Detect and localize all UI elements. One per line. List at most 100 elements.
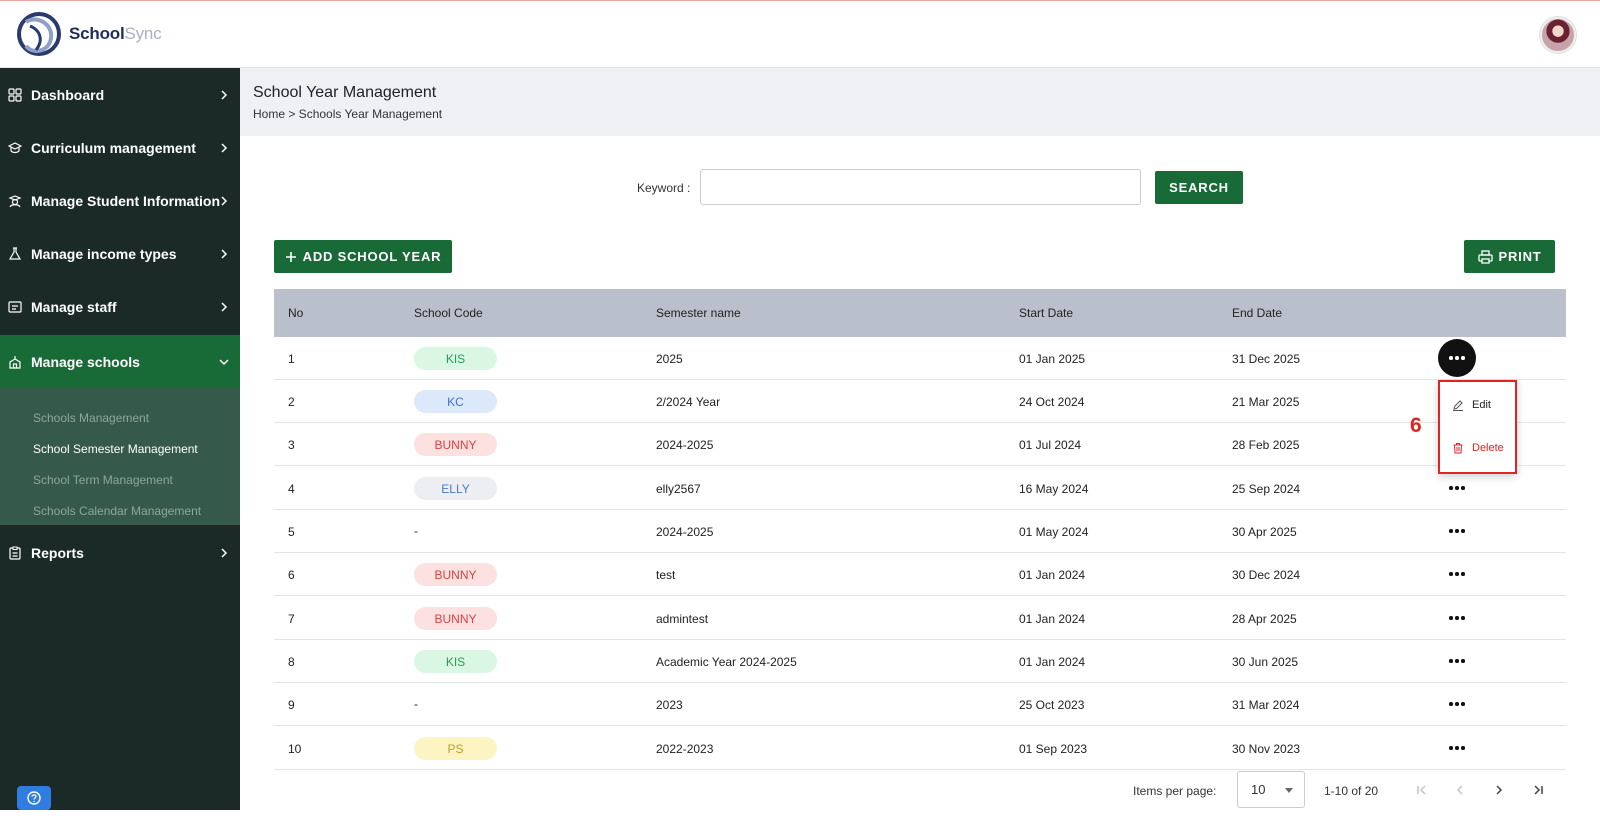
school-code-badge: BUNNY: [414, 563, 497, 586]
help-button[interactable]: [17, 786, 51, 810]
more-horizontal-icon: [1449, 356, 1465, 360]
pencil-icon: [1453, 400, 1463, 411]
more-horizontal-icon: [1449, 572, 1465, 576]
menu-item-delete[interactable]: Delete: [1452, 442, 1504, 454]
cell-start-date: 01 May 2024: [1019, 525, 1089, 539]
sidebar-item-staff[interactable]: Manage staff: [0, 280, 240, 333]
schoolsync-logo[interactable]: [16, 10, 62, 58]
row-actions-button[interactable]: [1444, 518, 1470, 544]
table-row[interactable]: 9 - 2023 25 Oct 2023 31 Mar 2024: [274, 683, 1566, 726]
next-page-button[interactable]: [1487, 778, 1511, 802]
sidebar-item-label: Manage staff: [31, 298, 117, 315]
more-horizontal-icon: [1449, 486, 1465, 490]
table-header: No School Code Semester name Start Date …: [274, 289, 1566, 337]
sidebar-item-income-types[interactable]: Manage income types: [0, 227, 240, 280]
cell-semester-name: 2024-2025: [656, 525, 714, 539]
table-row[interactable]: 5 - 2024-2025 01 May 2024 30 Apr 2025: [274, 510, 1566, 553]
column-header-end-date[interactable]: End Date: [1232, 306, 1282, 320]
column-header-school-code[interactable]: School Code: [414, 306, 483, 320]
submenu-school-semester-management[interactable]: School Semester Management: [33, 442, 198, 456]
sidebar-item-label: Manage income types: [31, 245, 177, 262]
sidebar-item-student-info[interactable]: Manage Student Information: [0, 174, 240, 227]
row-action-menu: Edit Delete: [1438, 380, 1517, 474]
cell-no: 3: [288, 438, 295, 452]
table-row[interactable]: 4 ELLY elly2567 16 May 2024 25 Sep 2024: [274, 467, 1566, 510]
menu-item-delete-label: Delete: [1472, 442, 1504, 454]
table-row[interactable]: 7 BUNNY admintest 01 Jan 2024 28 Apr 2025: [274, 597, 1566, 640]
items-per-page-label: Items per page:: [1133, 784, 1217, 798]
table-row[interactable]: 10 PS 2022-2023 01 Sep 2023 30 Nov 2023: [274, 727, 1566, 770]
manage-schools-submenu: Schools Management School Semester Manag…: [0, 388, 240, 525]
breadcrumb[interactable]: Home > Schools Year Management: [253, 107, 442, 121]
column-header-start-date[interactable]: Start Date: [1019, 306, 1073, 320]
cell-start-date: 01 Jan 2024: [1019, 568, 1086, 582]
table-row[interactable]: 1 KIS 2025 01 Jan 2025 31 Dec 2025: [274, 337, 1566, 380]
cell-end-date: 31 Dec 2025: [1232, 352, 1301, 366]
cell-start-date: 01 Jan 2024: [1019, 655, 1086, 669]
cell-end-date: 28 Apr 2025: [1232, 612, 1297, 626]
submenu-schools-management[interactable]: Schools Management: [33, 411, 149, 425]
cell-semester-name: test: [656, 568, 676, 582]
pagination-range: 1-10 of 20: [1324, 784, 1379, 798]
table-row[interactable]: 2 KC 2/2024 Year 24 Oct 2024 21 Mar 2025: [274, 380, 1566, 423]
row-actions-button[interactable]: [1444, 561, 1470, 587]
keyword-input[interactable]: [700, 169, 1141, 205]
print-button[interactable]: PRINT: [1464, 240, 1555, 273]
cell-no: 10: [288, 742, 302, 756]
column-header-semester-name[interactable]: Semester name: [656, 306, 741, 320]
column-header-no[interactable]: No: [288, 306, 303, 320]
sidebar-item-reports[interactable]: Reports: [0, 526, 240, 579]
school-code-badge: ELLY: [414, 477, 497, 500]
more-horizontal-icon: [1449, 616, 1465, 620]
row-actions-button[interactable]: [1444, 605, 1470, 631]
sidebar-item-label: Manage schools: [31, 353, 140, 370]
cell-semester-name: admintest: [656, 612, 709, 626]
row-actions-button[interactable]: [1444, 735, 1470, 761]
school-icon: [8, 355, 22, 369]
cell-end-date: 30 Nov 2023: [1232, 742, 1301, 756]
cell-semester-name: 2025: [656, 352, 683, 366]
row-actions-button[interactable]: [1444, 691, 1470, 717]
submenu-schools-calendar-management[interactable]: Schools Calendar Management: [33, 504, 201, 518]
chevron-right-icon: [221, 89, 228, 100]
more-horizontal-icon: [1449, 746, 1465, 750]
previous-page-button[interactable]: [1448, 778, 1472, 802]
chevron-right-icon: [1496, 785, 1503, 795]
items-per-page-select[interactable]: 10: [1237, 771, 1305, 808]
sidebar-item-manage-schools[interactable]: Manage schools: [0, 335, 240, 388]
table-row[interactable]: 8 KIS Academic Year 2024-2025 01 Jan 2024 30…: [274, 640, 1566, 683]
cell-end-date: 30 Jun 2025: [1232, 655, 1299, 669]
sidebar: Dashboard Curriculum management Manage S…: [0, 68, 240, 810]
cell-start-date: 01 Jul 2024: [1019, 438, 1082, 452]
menu-item-edit[interactable]: Edit: [1452, 399, 1491, 411]
trash-icon: [1453, 443, 1463, 454]
add-school-year-button[interactable]: ADD SCHOOL YEAR: [274, 240, 452, 273]
school-code-badge: PS: [414, 737, 497, 760]
sidebar-item-curriculum[interactable]: Curriculum management: [0, 121, 240, 174]
row-actions-button[interactable]: [1444, 475, 1470, 501]
school-code-badge: KIS: [414, 650, 497, 673]
table-row[interactable]: 3 BUNNY 2024-2025 01 Jul 2024 28 Feb 2025: [274, 423, 1566, 466]
cell-start-date: 25 Oct 2023: [1019, 698, 1085, 712]
first-page-button[interactable]: [1410, 778, 1434, 802]
menu-item-edit-label: Edit: [1472, 399, 1491, 411]
cell-end-date: 30 Apr 2025: [1232, 525, 1297, 539]
question-circle-icon: [27, 791, 41, 805]
step-number: 6: [1410, 414, 1422, 437]
search-button[interactable]: SEARCH: [1155, 171, 1243, 204]
cell-end-date: 30 Dec 2024: [1232, 568, 1301, 582]
sidebar-item-dashboard[interactable]: Dashboard: [0, 68, 240, 121]
flask-icon: [8, 246, 22, 261]
submenu-school-term-management[interactable]: School Term Management: [33, 473, 173, 487]
table-row[interactable]: 6 BUNNY test 01 Jan 2024 30 Dec 2024: [274, 553, 1566, 596]
row-actions-button[interactable]: [1444, 648, 1470, 674]
last-page-button[interactable]: [1526, 778, 1550, 802]
plus-icon: [285, 251, 296, 262]
row-actions-button[interactable]: [1438, 339, 1476, 377]
brand-secondary: Sync: [124, 24, 162, 43]
chevron-right-icon: [221, 248, 228, 259]
brand-primary: School: [69, 24, 125, 43]
cell-school-code: -: [414, 697, 418, 711]
cell-semester-name: 2022-2023: [656, 742, 714, 756]
user-avatar[interactable]: [1540, 17, 1576, 53]
